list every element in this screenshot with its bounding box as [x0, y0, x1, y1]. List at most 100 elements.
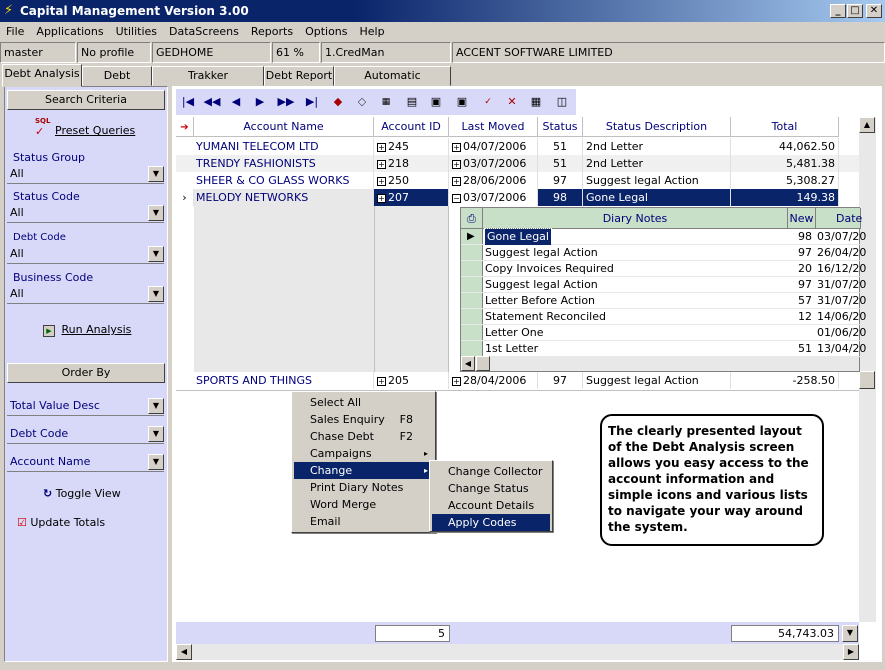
scroll-up-icon[interactable]: ▲	[859, 117, 875, 133]
run-analysis-button[interactable]: ▶ Run Analysis	[43, 323, 131, 337]
menu-item-chase-debt[interactable]: Chase Debt F2	[294, 428, 433, 445]
scroll-right-icon[interactable]: ▶	[843, 644, 859, 660]
next-icon[interactable]: ▶	[250, 92, 270, 112]
chevron-down-icon[interactable]: ▼	[148, 205, 164, 221]
print-icon[interactable]: ⎙	[461, 208, 483, 229]
list-item[interactable]: Letter Before Action 57 31/07/20	[461, 293, 866, 309]
tab-trakker-management[interactable]: Trakker Management	[152, 66, 264, 100]
tab-debt-analysis[interactable]: Debt Analysis	[2, 64, 82, 87]
menu-file[interactable]: File	[0, 22, 30, 41]
chevron-down-icon[interactable]: ▼	[148, 166, 164, 182]
list-item[interactable]: Gone Legal 98 03/07/20	[461, 228, 866, 246]
first-icon[interactable]: |◀	[178, 92, 198, 112]
menu-item-print-diary-notes[interactable]: Print Diary Notes	[294, 479, 433, 496]
info-bar: master No profile GEDHOME 61 % 1.CredMan…	[0, 42, 885, 63]
business-code-select[interactable]: All ▼	[7, 286, 164, 304]
expanded-area	[194, 206, 374, 372]
status-code-select[interactable]: All ▼	[7, 205, 164, 223]
order-select-1[interactable]: Total Value Desc ▼	[7, 398, 164, 416]
grid-view-icon[interactable]: ▣	[426, 92, 446, 112]
header-date[interactable]: Date	[816, 208, 862, 229]
expanded-area	[374, 206, 449, 372]
chevron-down-icon[interactable]: ▼	[148, 426, 164, 442]
menu-item-change-status[interactable]: Change Status	[432, 480, 550, 497]
menu-utilities[interactable]: Utilities	[110, 22, 163, 41]
header-diary-notes[interactable]: Diary Notes	[483, 208, 788, 229]
menu-applications[interactable]: Applications	[30, 22, 109, 41]
close-button[interactable]: ✕	[866, 4, 882, 18]
menu-item-word-merge[interactable]: Word Merge	[294, 496, 433, 513]
vertical-scrollbar[interactable]: ▲	[859, 117, 876, 622]
scroll-thumb[interactable]	[476, 356, 490, 371]
clear-filter-icon[interactable]: ✕	[502, 92, 522, 112]
header-last-moved[interactable]: Last Moved	[449, 117, 538, 137]
diary-horizontal-scrollbar[interactable]: ◀	[461, 356, 859, 371]
table-row[interactable]: YUMANI TELECOM LTD +245 +04/07/2006 51 2…	[176, 138, 859, 155]
menu-item-change[interactable]: Change ▸	[294, 462, 433, 479]
panel-icon[interactable]: ◫	[552, 92, 572, 112]
next-page-icon[interactable]: ▶▶	[276, 92, 296, 112]
toggle-view-button[interactable]: ↻ Toggle View	[43, 487, 121, 500]
chevron-down-icon[interactable]: ▼	[148, 286, 164, 302]
print-icon[interactable]: ▣	[452, 92, 472, 112]
header-status-description[interactable]: Status Description	[583, 117, 731, 137]
menu-reports[interactable]: Reports	[245, 22, 299, 41]
table-row[interactable]: SHEER & CO GLASS WORKS +250 +28/06/2006 …	[176, 172, 859, 189]
play-icon: ▶	[43, 325, 55, 337]
scroll-left-icon[interactable]: ◀	[176, 644, 192, 660]
last-icon[interactable]: ▶|	[302, 92, 322, 112]
menu-item-change-collector[interactable]: Change Collector	[432, 463, 550, 480]
scroll-left-icon[interactable]: ◀	[461, 356, 475, 371]
menu-options[interactable]: Options	[299, 22, 353, 41]
prev-icon[interactable]: ◀	[226, 92, 246, 112]
menu-item-email[interactable]: Email	[294, 513, 433, 530]
prev-page-icon[interactable]: ◀◀	[202, 92, 222, 112]
list-item[interactable]: Letter One 01/06/20	[461, 325, 866, 341]
table-row[interactable]: TRENDY FASHIONISTS +218 +03/07/2006 51 2…	[176, 155, 859, 172]
chevron-down-icon[interactable]: ▼	[842, 625, 858, 642]
update-totals-button[interactable]: ☑ Update Totals	[17, 516, 105, 529]
tab-debt-history[interactable]: Debt History	[82, 66, 152, 100]
menu-item-sales-enquiry[interactable]: Sales Enquiry F8	[294, 411, 433, 428]
tab-automatic-movements[interactable]: Automatic Movements	[334, 66, 451, 100]
menu-help[interactable]: Help	[354, 22, 391, 41]
order-by-button[interactable]: Order By	[7, 363, 165, 383]
table-row[interactable]: SPORTS AND THINGS +205 +28/04/2006 97 Su…	[176, 372, 859, 389]
minimize-button[interactable]: _	[830, 4, 846, 18]
header-account-id[interactable]: Account ID	[374, 117, 449, 137]
sql-icon[interactable]: ✓	[478, 92, 498, 112]
menu-item-apply-codes[interactable]: Apply Codes	[432, 514, 550, 531]
form-icon[interactable]: ▤	[402, 92, 422, 112]
menu-item-select-all[interactable]: Select All	[294, 394, 433, 411]
chevron-down-icon[interactable]: ▼	[148, 398, 164, 414]
list-item[interactable]: Suggest legal Action 97 31/07/20	[461, 277, 866, 293]
chevron-down-icon[interactable]: ▼	[148, 454, 164, 470]
chevron-down-icon[interactable]: ▼	[148, 246, 164, 262]
search-criteria-button[interactable]: Search Criteria	[7, 90, 165, 110]
debt-code-select[interactable]: All ▼	[7, 246, 164, 264]
tag-icon[interactable]: ◆	[328, 92, 348, 112]
header-status[interactable]: Status	[538, 117, 583, 137]
list-item[interactable]: Statement Reconciled 12 14/06/20	[461, 309, 866, 325]
list-item[interactable]: 1st Letter 51 13/04/20	[461, 341, 866, 357]
list-item[interactable]: Suggest legal Action 97 26/04/20	[461, 245, 866, 261]
menu-item-account-details[interactable]: Account Details	[432, 497, 550, 514]
maximize-button[interactable]: □	[847, 4, 863, 18]
scroll-thumb[interactable]	[859, 371, 875, 389]
order-select-2[interactable]: Debt Code ▼	[7, 426, 164, 444]
menu-datascreens[interactable]: DataScreens	[163, 22, 245, 41]
header-new[interactable]: New	[788, 208, 816, 229]
sql-icon: SQL	[35, 117, 51, 125]
menu-item-campaigns[interactable]: Campaigns ▸	[294, 445, 433, 462]
table-icon[interactable]: ▦	[526, 92, 546, 112]
goto-icon[interactable]: ◇	[352, 92, 372, 112]
header-total[interactable]: Total	[731, 117, 839, 137]
header-account-name[interactable]: Account Name	[194, 117, 374, 137]
list-item[interactable]: Copy Invoices Required 20 16/12/20	[461, 261, 866, 277]
tab-debt-report[interactable]: Debt Report	[264, 66, 334, 86]
order-select-3[interactable]: Account Name ▼	[7, 454, 164, 472]
horizontal-scrollbar[interactable]: ◀ ▶	[176, 644, 859, 660]
status-group-select[interactable]: All ▼	[7, 166, 164, 184]
table-row-selected[interactable]: › MELODY NETWORKS +207 −03/07/2006 98 Go…	[176, 189, 859, 206]
filter-icon[interactable]: ▦	[376, 92, 396, 112]
